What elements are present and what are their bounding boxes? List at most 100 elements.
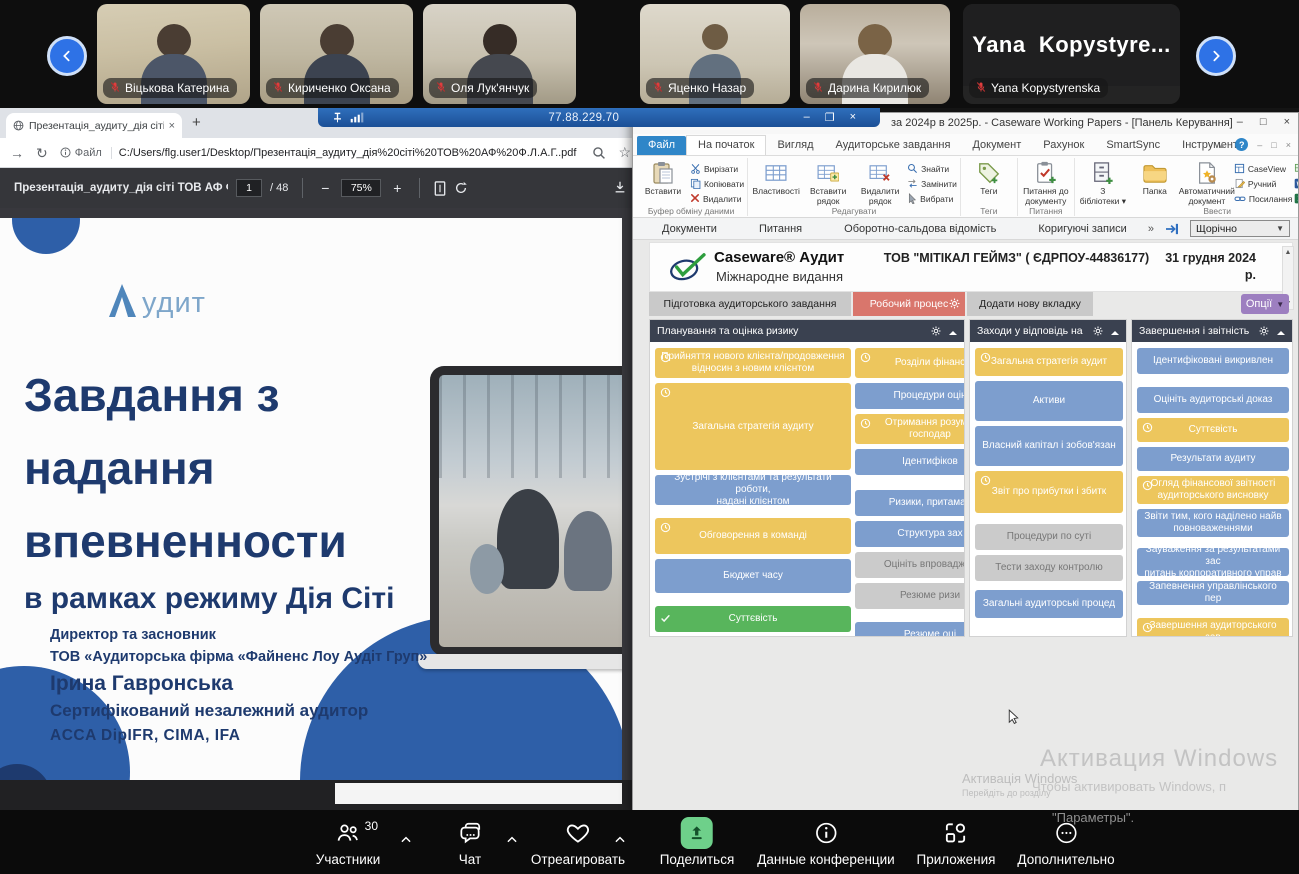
workflow-card[interactable]: Оцініть впроваджен	[855, 552, 964, 578]
workflow-card[interactable]: Активи	[975, 381, 1123, 421]
scroll-up-icon[interactable]: ▲	[1285, 249, 1292, 256]
period-dropdown[interactable]: Щорічно ▼	[1190, 220, 1290, 237]
workflow-card[interactable]: Розділи фінанс	[855, 348, 964, 378]
ribbon-button[interactable]: XExcel	[1294, 192, 1298, 206]
workflow-card[interactable]: Результати аудиту	[1137, 447, 1289, 471]
workflow-card[interactable]: Огляд фінансової звітності аудиторського…	[1137, 476, 1289, 504]
column-header[interactable]: Заходи у відповідь на ризик	[970, 320, 1126, 342]
menu-tab-4[interactable]: Аудиторське завдання	[825, 136, 962, 155]
menu-tab-7[interactable]: SmartSync	[1095, 136, 1171, 155]
workflow-card[interactable]: Ідентифіковані викривлен	[1137, 348, 1289, 374]
ribbon-button[interactable]: Властивості	[751, 159, 801, 206]
document-nav-tab-1[interactable]: Документи	[641, 223, 738, 235]
gear-icon[interactable]	[1093, 326, 1103, 336]
workflow-card[interactable]: Структура зах	[855, 521, 964, 547]
workflow-card[interactable]: Бюджет часу	[655, 559, 851, 593]
close-icon[interactable]: ×	[1284, 116, 1290, 128]
participant-tile[interactable]: Віцькова Катерина	[97, 4, 250, 104]
forward-icon[interactable]: →	[10, 146, 24, 160]
ribbon-button[interactable]: Папка	[1130, 159, 1180, 206]
workflow-card[interactable]: Резюме ризи	[855, 583, 964, 609]
ribbon-button[interactable]: CaseView	[1234, 162, 1293, 176]
workflow-card[interactable]: Завершення аудиторського зав	[1137, 618, 1289, 636]
close-icon[interactable]: ×	[850, 111, 856, 124]
workflow-card[interactable]: Прийняття нового клієнта/продовження від…	[655, 348, 851, 378]
workflow-card[interactable]: Власний капітал і зобов'язан	[975, 426, 1123, 466]
ribbon-button[interactable]: WWord	[1294, 177, 1298, 191]
chevron-up-icon[interactable]	[507, 830, 518, 848]
toolbar-item-дополнительно[interactable]: Дополнительно	[1017, 818, 1114, 867]
collapse-ribbon-icon[interactable]: ▲	[1217, 140, 1226, 150]
ribbon-button[interactable]: Ручний	[1234, 177, 1293, 191]
page-number-input[interactable]: 1	[236, 179, 262, 197]
workflow-card[interactable]: Загальна стратегія аудиту	[655, 383, 851, 470]
bookmark-star-icon[interactable]: ☆	[618, 144, 631, 161]
rotate-icon[interactable]	[454, 181, 468, 195]
workflow-card[interactable]: Запевнення управлінського пер	[1137, 581, 1289, 605]
workflow-card[interactable]: Процедури по суті	[975, 524, 1123, 550]
menu-tab-2[interactable]: На початок	[686, 135, 766, 155]
workflow-card[interactable]: Ідентифіков	[855, 449, 964, 475]
minimize-icon[interactable]: –	[1237, 116, 1243, 128]
ribbon-button[interactable]: Вибрати	[907, 192, 957, 206]
ribbon-button[interactable]: З бібліотеки ▾	[1078, 159, 1128, 206]
document-nav-tab-3[interactable]: Оборотно-сальдова відомість	[823, 223, 1017, 235]
minimize-icon[interactable]: –	[1257, 140, 1262, 150]
workflow-card[interactable]: Оцініть аудиторські доказ	[1137, 387, 1289, 413]
new-tab-button[interactable]: +	[192, 114, 201, 131]
ribbon-button[interactable]: Видалити	[690, 192, 744, 206]
scroll-participants-left-button[interactable]	[47, 36, 87, 76]
remote-connection-bar[interactable]: 77.88.229.70 – ❐ ×	[318, 108, 880, 127]
reload-icon[interactable]: ↻	[36, 146, 48, 160]
help-icon[interactable]: ?	[1235, 138, 1248, 151]
workflow-card[interactable]: Зустрічі з клієнтами та результати робот…	[655, 475, 851, 505]
fit-page-icon[interactable]	[434, 181, 446, 196]
ribbon-button[interactable]: Копіювати	[690, 177, 744, 191]
gear-icon[interactable]	[1259, 326, 1269, 336]
document-nav-tab-2[interactable]: Питання	[738, 223, 823, 235]
minimize-icon[interactable]: –	[804, 111, 810, 124]
document-nav-tab-4[interactable]: Коригуючі записи	[1017, 223, 1147, 235]
participant-tile[interactable]: Кириченко Оксана	[260, 4, 413, 104]
chevron-up-icon[interactable]	[615, 830, 626, 848]
workflow-card[interactable]: Обговорення в команді	[655, 518, 851, 554]
toolbar-item-данные конференции[interactable]: Данные конференции	[757, 818, 894, 867]
workflow-card[interactable]: Звіти тим, кого наділено найв повноважен…	[1137, 509, 1289, 537]
download-icon[interactable]	[613, 180, 627, 197]
workflow-card[interactable]: Процедури оцін	[855, 383, 964, 409]
participant-tile[interactable]: Yana Kopystyre...Yana Kopystyrenska	[963, 4, 1180, 104]
workflow-card[interactable]: Загальна стратегія аудит	[975, 348, 1123, 376]
chevron-up-icon[interactable]	[401, 830, 412, 848]
ribbon-button[interactable]: Вирізати	[690, 162, 744, 176]
collapse-icon[interactable]	[1110, 328, 1119, 334]
toolbar-item-поделиться[interactable]: Поделиться	[660, 818, 735, 867]
url-field[interactable]: Файл C:/Users/flg.user1/Desktop/Презента…	[60, 142, 581, 164]
search-icon[interactable]	[592, 146, 606, 160]
zoom-in-button[interactable]: +	[389, 180, 405, 196]
scroll-participants-right-button[interactable]	[1196, 36, 1236, 76]
collapse-icon[interactable]	[1276, 328, 1285, 334]
workflow-card[interactable]: Суттєвість	[1137, 418, 1289, 442]
tab-close-icon[interactable]: ×	[169, 120, 175, 132]
pin-icon[interactable]	[332, 112, 343, 123]
ribbon-button[interactable]: Теги	[964, 159, 1014, 206]
ribbon-button[interactable]: Питання до документу	[1021, 159, 1071, 206]
workflow-card[interactable]: Отримання розумін господар	[855, 414, 964, 444]
toolbar-item-приложения[interactable]: Приложения	[917, 818, 996, 867]
maximize-icon[interactable]: □	[1260, 116, 1267, 128]
workflow-card[interactable]: Ризики, притаман	[855, 490, 964, 516]
participant-tile[interactable]: Оля Лук'янчук	[423, 4, 576, 104]
ribbon-button[interactable]: Вставити	[638, 159, 688, 206]
toolbar-item-отреагировать[interactable]: Отреагировать	[531, 818, 625, 867]
workflow-card[interactable]: Звіт про прибутки і збитк	[975, 471, 1123, 513]
more-tabs-chevron[interactable]: »	[1148, 223, 1154, 235]
zoom-out-button[interactable]: −	[317, 180, 333, 196]
workflow-tab-1[interactable]: Підготовка аудиторського завдання	[649, 292, 853, 316]
column-header[interactable]: Завершення і звітність	[1132, 320, 1292, 342]
participant-tile[interactable]: Дарина Кирилюк	[800, 4, 950, 104]
ribbon-button[interactable]: Автоматичний документ	[1182, 159, 1232, 206]
collapse-icon[interactable]	[948, 328, 957, 334]
browser-tab[interactable]: Презентація_аудиту_дія сіті ТО ×	[6, 113, 182, 138]
gear-icon[interactable]	[931, 326, 941, 336]
ribbon-button[interactable]: Замінити	[907, 177, 957, 191]
